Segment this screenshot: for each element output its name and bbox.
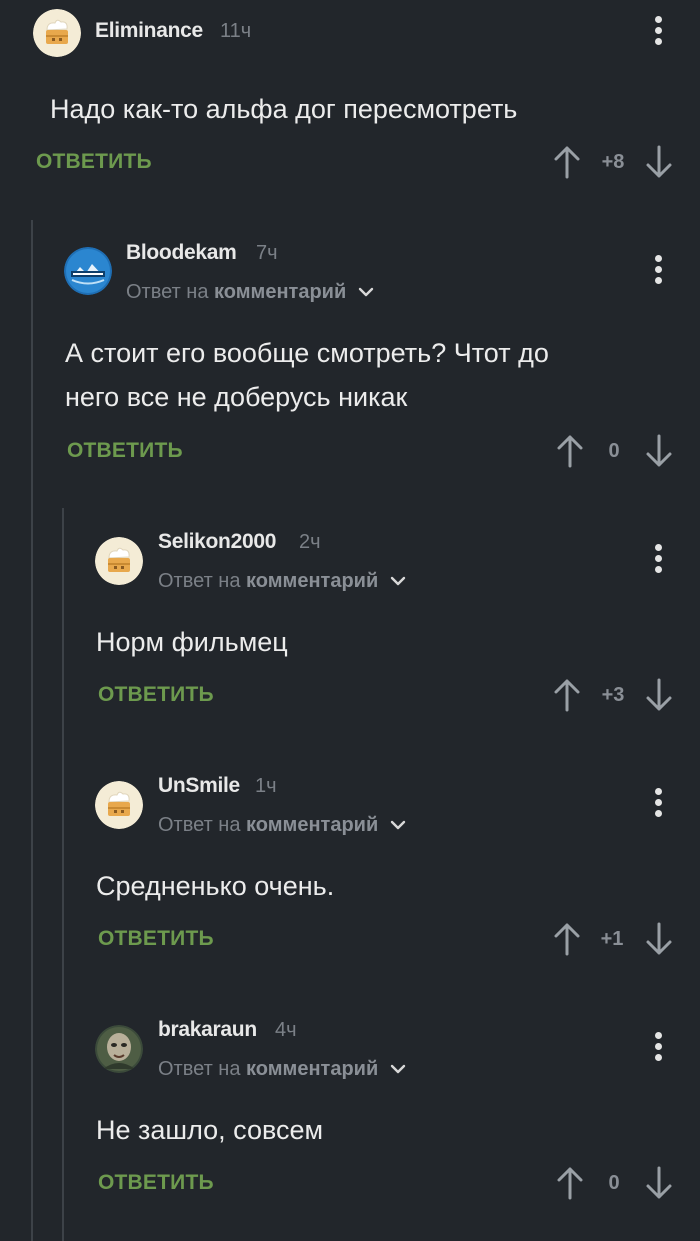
chevron-down-icon[interactable] <box>390 814 406 837</box>
arrow-down-icon[interactable] <box>645 433 673 469</box>
reply-to-link[interactable]: Ответ на комментарий <box>158 1058 406 1081</box>
reply-button[interactable]: ОТВЕТИТЬ <box>36 150 152 174</box>
comment-text-line: Надо как-то альфа дог пересмотреть <box>50 94 518 124</box>
timestamp: 11ч <box>220 20 252 42</box>
arrow-up-icon[interactable] <box>553 677 581 713</box>
username[interactable]: UnSmile <box>158 774 240 798</box>
kebab-menu-icon[interactable] <box>647 251 671 287</box>
reply-to-prefix: Ответ на <box>158 1058 241 1080</box>
reply-button[interactable]: ОТВЕТИТЬ <box>67 439 183 463</box>
comment-text: Надо как-то альфа дог пересмотреть <box>50 87 517 131</box>
reply-to-target: комментарий <box>214 281 347 303</box>
username[interactable]: Selikon2000 <box>158 530 276 554</box>
reply-to-target: комментарий <box>246 570 379 592</box>
arrow-up-icon[interactable] <box>553 921 581 957</box>
rating: +3 <box>601 684 625 706</box>
comment-text-line: него все не доберусь никак <box>65 382 408 412</box>
timestamp: 4ч <box>275 1019 297 1041</box>
timestamp: 1ч <box>255 775 277 797</box>
timestamp: 2ч <box>299 531 321 553</box>
reply-to-link[interactable]: Ответ на комментарий <box>126 281 374 304</box>
arrow-down-icon[interactable] <box>645 677 673 713</box>
arrow-down-icon[interactable] <box>645 1165 673 1201</box>
rating: 0 <box>608 440 620 462</box>
arrow-down-icon[interactable] <box>645 144 673 180</box>
username[interactable]: Eliminance <box>95 19 203 43</box>
avatar[interactable] <box>95 1025 143 1073</box>
reply-to-prefix: Ответ на <box>126 281 209 303</box>
arrow-down-icon[interactable] <box>645 921 673 957</box>
reply-to-target: комментарий <box>246 814 379 836</box>
kebab-menu-icon[interactable] <box>647 540 671 576</box>
chevron-down-icon[interactable] <box>390 1058 406 1081</box>
comment-text-line: Норм фильмец <box>96 627 288 657</box>
comments-page: Eliminance 11ч Надо как-то альфа дог пер… <box>0 0 700 1241</box>
arrow-up-icon[interactable] <box>556 1165 584 1201</box>
comment-text: Средненько очень. <box>96 864 334 908</box>
comment-text: Не зашло, совсем <box>96 1108 323 1152</box>
comment-text-line: А стоит его вообще смотреть? Чтот до <box>65 338 549 368</box>
reply-to-prefix: Ответ на <box>158 570 241 592</box>
cake-avatar-icon[interactable] <box>33 9 81 57</box>
thread-line-level-1[interactable] <box>31 220 33 1241</box>
thread-line-level-2[interactable] <box>62 508 64 1241</box>
arrow-up-icon[interactable] <box>556 433 584 469</box>
reply-button[interactable]: ОТВЕТИТЬ <box>98 1171 214 1195</box>
rating: +1 <box>600 928 624 950</box>
arrow-up-icon[interactable] <box>553 144 581 180</box>
reply-button[interactable]: ОТВЕТИТЬ <box>98 927 214 951</box>
username[interactable]: Bloodekam <box>126 241 237 265</box>
rating: 0 <box>608 1172 620 1194</box>
reply-to-link[interactable]: Ответ на комментарий <box>158 570 406 593</box>
chevron-down-icon[interactable] <box>358 281 374 304</box>
chevron-down-icon[interactable] <box>390 570 406 593</box>
comment-text: А стоит его вообще смотреть? Чтот до нег… <box>65 331 549 419</box>
comment-text: Норм фильмец <box>96 620 288 664</box>
reply-button[interactable]: ОТВЕТИТЬ <box>98 683 214 707</box>
comment-text-line: Средненько очень. <box>96 871 335 901</box>
cake-avatar-icon[interactable] <box>95 537 143 585</box>
rating: +8 <box>601 151 625 173</box>
comment-text-line: Не зашло, совсем <box>96 1115 324 1145</box>
reply-to-prefix: Ответ на <box>158 814 241 836</box>
username[interactable]: brakaraun <box>158 1018 257 1042</box>
reply-to-link[interactable]: Ответ на комментарий <box>158 814 406 837</box>
avatar[interactable] <box>64 247 112 295</box>
timestamp: 7ч <box>256 242 278 264</box>
kebab-menu-icon[interactable] <box>647 1028 671 1064</box>
kebab-menu-icon[interactable] <box>647 784 671 820</box>
kebab-menu-icon[interactable] <box>647 12 671 48</box>
reply-to-target: комментарий <box>246 1058 379 1080</box>
cake-avatar-icon[interactable] <box>95 781 143 829</box>
